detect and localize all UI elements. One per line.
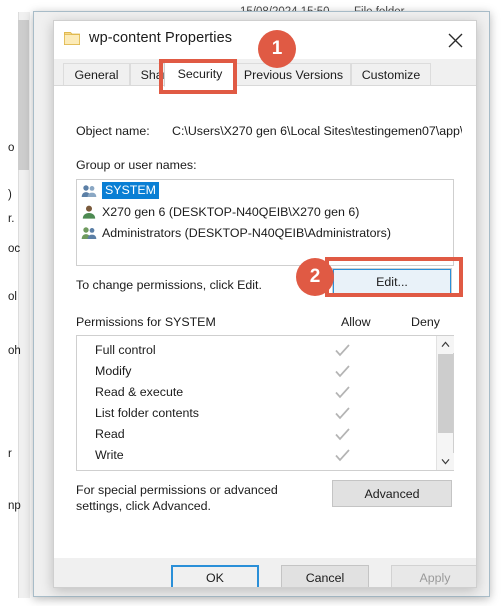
table-row[interactable]: Write	[77, 446, 437, 467]
permissions-allow-header: Allow	[341, 315, 371, 329]
tab-customize[interactable]: Customize	[351, 63, 431, 86]
allow-checkmark-icon	[335, 449, 350, 462]
dialog-title: wp-content Properties	[89, 30, 233, 46]
scroll-down-button[interactable]	[437, 453, 454, 470]
group-users-icon	[81, 226, 97, 239]
edit-button[interactable]: Edit...	[332, 268, 452, 295]
apply-button: Apply	[391, 565, 476, 587]
permission-name: List folder contents	[95, 406, 200, 420]
object-name-label: Object name:	[76, 124, 150, 138]
dialog-footer: OK Cancel Apply	[54, 558, 476, 587]
list-item[interactable]: Administrators (DESKTOP-N40QEIB\Administ…	[77, 222, 453, 243]
permission-name: Read & execute	[95, 385, 184, 399]
table-row[interactable]: Modify	[77, 362, 437, 383]
background-text-fragment: oc	[8, 243, 21, 255]
group-users-icon	[81, 184, 97, 197]
advanced-button[interactable]: Advanced	[332, 480, 452, 507]
permissions-scrollbar[interactable]	[436, 336, 454, 470]
list-item-label: X270 gen 6 (DESKTOP-N40QEIB\X270 gen 6)	[102, 204, 360, 219]
tab-general[interactable]: General	[63, 63, 130, 86]
advanced-settings-hint: For special permissions or advanced sett…	[76, 483, 278, 513]
security-tab-panel: Object name: C:\Users\X270 gen 6\Local S…	[54, 85, 476, 559]
chevron-up-icon	[441, 341, 450, 347]
group-names-label: Group or user names:	[76, 158, 197, 172]
background-text-fragment: oh	[8, 345, 21, 357]
list-item-label: Administrators (DESKTOP-N40QEIB\Administ…	[102, 225, 391, 240]
permissions-list[interactable]: Full control Modify Read & execute List …	[76, 335, 454, 471]
annotation-badge-1: 1	[258, 30, 296, 68]
permissions-title: Permissions for SYSTEM	[76, 315, 216, 329]
allow-checkmark-icon	[335, 407, 350, 420]
background-text-fragment: np	[8, 500, 21, 512]
allow-checkmark-icon	[335, 365, 350, 378]
folder-icon	[64, 32, 80, 45]
background-text-fragment: )	[8, 189, 12, 201]
scroll-up-button[interactable]	[437, 336, 454, 353]
chevron-down-icon	[441, 459, 450, 465]
close-button[interactable]	[434, 21, 476, 59]
tab-security[interactable]: Security	[164, 61, 236, 87]
allow-checkmark-icon	[335, 344, 350, 357]
permission-name: Full control	[95, 343, 156, 357]
list-item-label: SYSTEM	[102, 182, 159, 199]
permissions-deny-header: Deny	[411, 315, 440, 329]
cancel-button[interactable]: Cancel	[281, 565, 369, 587]
table-row[interactable]: Read	[77, 425, 437, 446]
background-text-fragment: r	[8, 448, 12, 460]
allow-checkmark-icon	[335, 428, 350, 441]
close-icon	[448, 33, 462, 47]
list-item[interactable]: SYSTEM	[77, 180, 453, 201]
object-name-value: C:\Users\X270 gen 6\Local Sites\testinge…	[172, 124, 462, 138]
edit-permissions-hint: To change permissions, click Edit.	[76, 278, 262, 292]
group-or-user-names-list[interactable]: SYSTEM X270 gen 6 (DESKTOP-N40QEIB\X270 …	[76, 179, 454, 266]
background-text-fragment: ol	[8, 291, 17, 303]
ok-button[interactable]: OK	[171, 565, 259, 587]
background-text-fragment: r.	[8, 213, 15, 225]
annotation-badge-2: 2	[296, 258, 334, 296]
permission-name: Read	[95, 427, 125, 441]
permission-name: Modify	[95, 364, 132, 378]
permission-name: Write	[95, 448, 124, 462]
single-user-icon	[82, 205, 96, 219]
list-item[interactable]: X270 gen 6 (DESKTOP-N40QEIB\X270 gen 6)	[77, 201, 453, 222]
tab-previous-versions[interactable]: Previous Versions	[236, 63, 351, 86]
scrollbar-thumb[interactable]	[438, 354, 453, 433]
properties-dialog: wp-content Properties General Sharing Se…	[53, 20, 477, 588]
allow-checkmark-icon	[335, 386, 350, 399]
background-text-fragment: o	[8, 142, 15, 154]
table-row[interactable]: Full control	[77, 341, 437, 362]
table-row[interactable]: List folder contents	[77, 404, 437, 425]
table-row[interactable]: Read & execute	[77, 383, 437, 404]
